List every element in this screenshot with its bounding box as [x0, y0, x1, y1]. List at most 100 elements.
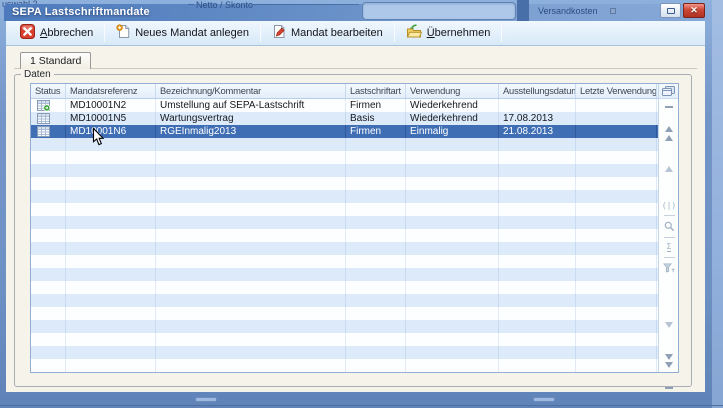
toolbar-separator [104, 24, 105, 42]
empty-row [31, 164, 658, 177]
go-to-first-icon[interactable] [665, 106, 673, 127]
empty-row [31, 333, 658, 346]
table-row[interactable]: MD10001N2Umstellung auf SEPA-Lastschrift… [31, 99, 658, 112]
new-mandate-icon [116, 24, 130, 42]
column-header-verwendung[interactable]: Verwendung [406, 84, 499, 98]
background-panel-edge [517, 0, 529, 21]
grid-cell-bezeichnung: Wartungsvertrag [156, 112, 346, 125]
grid-tools-group: (|) Σ [659, 202, 679, 273]
restore-icon [667, 8, 675, 14]
grid-side-header [659, 84, 678, 99]
dialog-content: 1 Standard Daten StatusMandatsreferenzBe… [6, 46, 705, 392]
grid-cell-lastschriftart: Basis [346, 112, 406, 125]
tab-standard[interactable]: 1 Standard [20, 52, 91, 69]
column-header-letzte_verwendung[interactable]: Letzte Verwendung [576, 84, 657, 98]
grid-body: MD10001N2Umstellung auf SEPA-Lastschrift… [31, 99, 658, 372]
empty-row [31, 138, 658, 151]
uebernehmen-label: Übernehmen [427, 27, 491, 39]
grid-cell-ausstellungsdatum [499, 99, 576, 112]
daten-groupbox-label: Daten [21, 69, 54, 80]
table-icon [31, 112, 66, 125]
empty-row [31, 216, 658, 229]
grid-cell-lastschriftart: Firmen [346, 99, 406, 112]
grid-nav-bottom-group [659, 328, 679, 389]
background-groupbox-versandkosten-label: Versandkosten [538, 6, 598, 16]
background-groupbox-border [188, 4, 194, 5]
neues-mandat-anlegen-button[interactable]: Neues Mandat anlegen [108, 21, 257, 45]
grid-cell-letzte_verwendung [576, 125, 657, 138]
background-netto-field [362, 2, 516, 20]
grid-cell-mandatsreferenz: MD10001N2 [66, 99, 156, 112]
grid-side-toolbar: (|) Σ [658, 84, 678, 372]
grid-cell-bezeichnung: RGEInmalig2013 [156, 125, 346, 138]
mandates-grid: StatusMandatsreferenzBezeichnung/Komment… [30, 83, 679, 373]
toolbar-separator [260, 24, 261, 42]
search-icon[interactable] [664, 221, 675, 232]
previous-row-dim-icon[interactable] [665, 149, 673, 167]
tab-panel-border [14, 68, 697, 69]
fit-columns-icon[interactable]: (|) [662, 202, 676, 210]
abbrechen-label: Abbrechen [40, 27, 93, 39]
previous-row-icon[interactable] [665, 134, 673, 142]
edit-mandate-icon [272, 24, 286, 42]
icon-separator [664, 215, 675, 216]
grid-nav-top-group [659, 106, 679, 167]
filter-icon[interactable] [663, 263, 675, 273]
table-row[interactable]: MD10001N5WartungsvertragBasisWiederkehre… [31, 112, 658, 125]
table-row-selected[interactable]: MD10001N6RGEInmalig2013FirmenEinmalig21.… [31, 125, 658, 138]
grid-header-row: StatusMandatsreferenzBezeichnung/Komment… [31, 84, 658, 99]
grid-cell-mandatsreferenz: MD10001N5 [66, 112, 156, 125]
grid-cell-letzte_verwendung [576, 112, 657, 125]
sum-icon[interactable]: Σ [667, 243, 672, 252]
empty-row [31, 359, 658, 372]
column-header-status[interactable]: Status [31, 84, 66, 98]
grid-cell-verwendung: Wiederkehrend [406, 99, 499, 112]
close-icon: ✕ [690, 6, 698, 15]
minimize-restore-button[interactable] [660, 3, 681, 18]
abbrechen-button[interactable]: Abbrechen [12, 21, 101, 45]
next-row-icon[interactable] [665, 353, 673, 361]
grid-cell-bezeichnung: Umstellung auf SEPA-Lastschrift [156, 99, 346, 112]
column-header-ausstellungsdatum[interactable]: Ausstellungsdatum [499, 84, 576, 98]
empty-row [31, 294, 658, 307]
grid-cell-ausstellungsdatum: 21.08.2013 [499, 125, 576, 138]
grid-cell-verwendung: Einmalig [406, 125, 499, 138]
resize-grip[interactable] [195, 397, 217, 402]
background-small-button [610, 8, 616, 14]
neues-mandat-anlegen-label: Neues Mandat anlegen [135, 27, 249, 39]
empty-row [31, 268, 658, 281]
column-header-lastschriftart[interactable]: Lastschriftart [346, 84, 406, 98]
resize-grip[interactable] [533, 397, 555, 402]
uebernehmen-button[interactable]: Übernehmen [398, 21, 499, 45]
mandat-bearbeiten-label: Mandat bearbeiten [291, 27, 383, 39]
toolbar-separator [394, 24, 395, 42]
mandat-bearbeiten-button[interactable]: Mandat bearbeiten [264, 21, 391, 45]
sepa-mandate-dialog: uswahl 2 SEPA Lastschriftmandate Netto /… [0, 0, 723, 408]
window-title: SEPA Lastschriftmandate [12, 6, 150, 18]
grid-cell-letzte_verwendung [576, 99, 657, 112]
column-header-mandatsreferenz[interactable]: Mandatsreferenz [66, 84, 156, 98]
close-button[interactable]: ✕ [683, 3, 705, 18]
empty-row [31, 151, 658, 164]
toolbar-separator [501, 24, 502, 42]
empty-row [31, 307, 658, 320]
next-row-dim-icon[interactable] [665, 328, 673, 346]
grid-cell-verwendung: Wiederkehrend [406, 112, 499, 125]
frame-bottom-edge [0, 405, 723, 406]
icon-separator [664, 257, 675, 258]
apply-icon [406, 24, 422, 42]
empty-row [31, 346, 658, 359]
cancel-icon [20, 24, 35, 42]
table-icon [31, 125, 66, 138]
mouse-cursor [92, 127, 105, 152]
empty-row [31, 320, 658, 333]
empty-row [31, 229, 658, 242]
empty-row [31, 190, 658, 203]
go-to-last-icon[interactable] [665, 368, 673, 389]
toolbar: Abbrechen Neues Mandat anlegen Mandat be… [6, 21, 705, 46]
table-active-icon [31, 99, 66, 112]
column-chooser-icon[interactable] [662, 86, 675, 97]
title-bar[interactable]: SEPA Lastschriftmandate [4, 4, 705, 21]
empty-row [31, 177, 658, 190]
column-header-bezeichnung[interactable]: Bezeichnung/Kommentar [156, 84, 346, 98]
